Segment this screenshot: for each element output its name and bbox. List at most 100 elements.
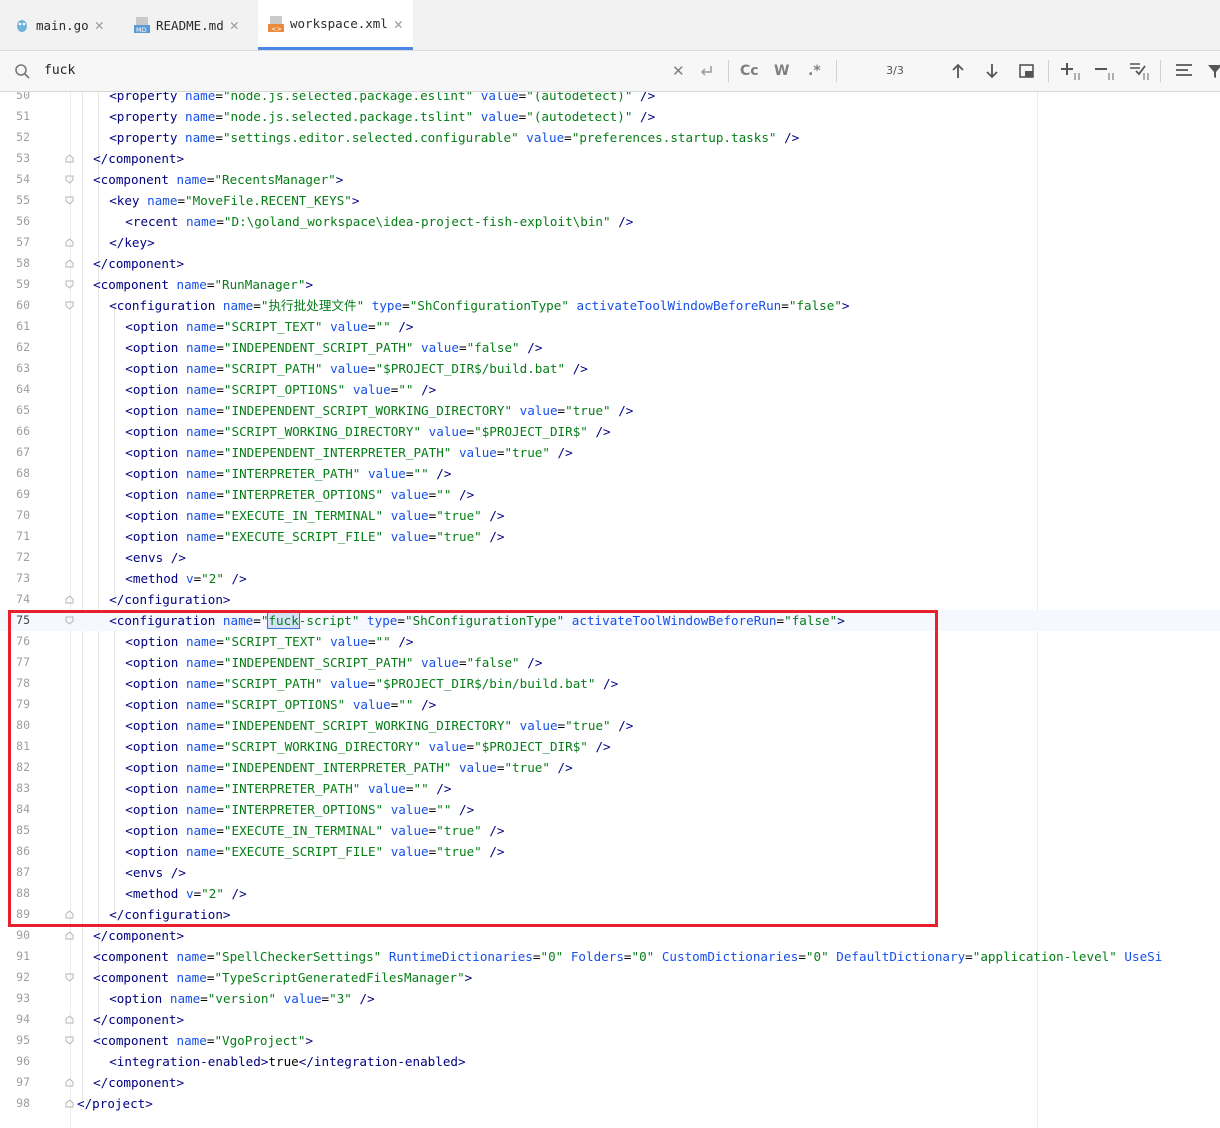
code-text: <configuration name="执行批处理文件" type="ShCo… bbox=[109, 298, 850, 313]
code-line[interactable]: 93 <option name="version" value="3" /> bbox=[0, 988, 1220, 1009]
fold-close-icon[interactable] bbox=[65, 931, 74, 940]
code-text: </component> bbox=[93, 256, 185, 271]
line-number: 98 bbox=[16, 1096, 30, 1110]
whole-words-button[interactable]: W bbox=[774, 61, 789, 81]
add-occurrence-icon[interactable] bbox=[1060, 61, 1084, 81]
line-number: 69 bbox=[16, 487, 30, 501]
code-line[interactable]: 52 <property name="settings.editor.select… bbox=[0, 127, 1220, 148]
code-text: <component name="TypeScriptGeneratedFile… bbox=[93, 970, 473, 985]
arrow-down-icon[interactable] bbox=[984, 61, 1000, 81]
code-line[interactable]: 51 <property name="node.js.selected.packa… bbox=[0, 106, 1220, 127]
tab-label: main.go bbox=[36, 17, 89, 33]
code-line[interactable]: 94 </component> bbox=[0, 1009, 1220, 1030]
fold-open-icon[interactable] bbox=[65, 280, 74, 289]
code-line[interactable]: 97 </component> bbox=[0, 1072, 1220, 1093]
code-line[interactable]: 63 <option name="SCRIPT_PATH" value="$PRO… bbox=[0, 358, 1220, 379]
code-line[interactable]: 58 </component> bbox=[0, 253, 1220, 274]
code-line[interactable]: 62 <option name="INDEPENDENT_SCRIPT_PATH"… bbox=[0, 337, 1220, 358]
select-all-occurrences-icon[interactable] bbox=[1128, 61, 1152, 81]
code-line[interactable]: 74 </configuration> bbox=[0, 589, 1220, 610]
close-icon[interactable]: ✕ bbox=[394, 15, 403, 33]
clear-search-icon[interactable]: ✕ bbox=[672, 61, 685, 81]
fold-close-icon[interactable] bbox=[65, 1015, 74, 1024]
fold-close-icon[interactable] bbox=[65, 259, 74, 268]
filter-icon[interactable] bbox=[1208, 61, 1220, 81]
search-input[interactable] bbox=[44, 60, 644, 80]
fold-open-icon[interactable] bbox=[65, 1036, 74, 1045]
code-line[interactable]: 69 <option name="INTERPRETER_OPTIONS" val… bbox=[0, 484, 1220, 505]
code-line[interactable]: 95 <component name="VgoProject"> bbox=[0, 1030, 1220, 1051]
line-number: 67 bbox=[16, 445, 30, 459]
code-line[interactable]: 96 <integration-enabled>true</integration… bbox=[0, 1051, 1220, 1072]
fold-open-icon[interactable] bbox=[65, 196, 74, 205]
arrow-up-icon[interactable] bbox=[950, 61, 966, 81]
separator bbox=[1048, 60, 1049, 82]
code-text: <option name="SCRIPT_WORKING_DIRECTORY" … bbox=[125, 424, 611, 439]
code-text: </component> bbox=[93, 928, 185, 943]
code-line[interactable]: 59 <component name="RunManager"> bbox=[0, 274, 1220, 295]
fold-close-icon[interactable] bbox=[65, 595, 74, 604]
code-text: <component name="RunManager"> bbox=[93, 277, 314, 292]
code-line[interactable]: 57 </key> bbox=[0, 232, 1220, 253]
tab-workspace-xml[interactable]: <> workspace.xml ✕ bbox=[258, 0, 413, 50]
code-line[interactable]: 92 <component name="TypeScriptGeneratedFi… bbox=[0, 967, 1220, 988]
xml-file-icon: <> bbox=[268, 15, 284, 33]
code-line[interactable]: 55 <key name="MoveFile.RECENT_KEYS"> bbox=[0, 190, 1220, 211]
line-number: 53 bbox=[16, 151, 30, 165]
code-line[interactable]: 61 <option name="SCRIPT_TEXT" value="" /> bbox=[0, 316, 1220, 337]
regex-button[interactable]: .* bbox=[808, 61, 821, 81]
code-text: <key name="MoveFile.RECENT_KEYS"> bbox=[109, 193, 360, 208]
code-line[interactable]: 56 <recent name="D:\goland_workspace\idea… bbox=[0, 211, 1220, 232]
code-line[interactable]: 64 <option name="SCRIPT_OPTIONS" value=""… bbox=[0, 379, 1220, 400]
line-number: 63 bbox=[16, 361, 30, 375]
open-in-window-icon[interactable] bbox=[1018, 61, 1036, 81]
line-number: 94 bbox=[16, 1012, 30, 1026]
fold-close-icon[interactable] bbox=[65, 238, 74, 247]
code-line[interactable]: 50 <property name="node.js.selected.packa… bbox=[0, 92, 1220, 106]
separator bbox=[836, 60, 837, 82]
highlight-annotation-box bbox=[8, 610, 938, 927]
fold-close-icon[interactable] bbox=[65, 1078, 74, 1087]
fold-close-icon[interactable] bbox=[65, 1099, 74, 1108]
code-line[interactable]: 91 <component name="SpellCheckerSettings"… bbox=[0, 946, 1220, 967]
code-line[interactable]: 60 <configuration name="执行批处理文件" type="Sh… bbox=[0, 295, 1220, 316]
code-text: </component> bbox=[93, 1075, 185, 1090]
code-line[interactable]: 54 <component name="RecentsManager"> bbox=[0, 169, 1220, 190]
line-number: 60 bbox=[16, 298, 30, 312]
fold-open-icon[interactable] bbox=[65, 301, 74, 310]
close-icon[interactable]: ✕ bbox=[230, 16, 239, 34]
code-line[interactable]: 66 <option name="SCRIPT_WORKING_DIRECTORY… bbox=[0, 421, 1220, 442]
match-count: 3/3 bbox=[886, 64, 904, 77]
code-line[interactable]: 98 </project> bbox=[0, 1093, 1220, 1114]
code-line[interactable]: 90 </component> bbox=[0, 925, 1220, 946]
remove-occurrence-icon[interactable] bbox=[1094, 61, 1118, 81]
line-number: 91 bbox=[16, 949, 30, 963]
markdown-file-icon: MD bbox=[134, 17, 150, 34]
code-line[interactable]: 73 <method v="2" /> bbox=[0, 568, 1220, 589]
tab-label: README.md bbox=[156, 17, 224, 33]
match-case-button[interactable]: Cc bbox=[740, 61, 759, 81]
go-file-icon bbox=[14, 17, 30, 33]
code-text: <option name="SCRIPT_TEXT" value="" /> bbox=[125, 319, 414, 334]
filter-settings-icon[interactable] bbox=[1174, 61, 1194, 81]
fold-open-icon[interactable] bbox=[65, 175, 74, 184]
code-line[interactable]: 67 <option name="INDEPENDENT_INTERPRETER_… bbox=[0, 442, 1220, 463]
code-line[interactable]: 71 <option name="EXECUTE_SCRIPT_FILE" val… bbox=[0, 526, 1220, 547]
fold-close-icon[interactable] bbox=[65, 154, 74, 163]
code-text: <option name="EXECUTE_IN_TERMINAL" value… bbox=[125, 508, 505, 523]
code-line[interactable]: 53 </component> bbox=[0, 148, 1220, 169]
line-number: 97 bbox=[16, 1075, 30, 1089]
tab-readme-md[interactable]: MD README.md ✕ bbox=[134, 0, 239, 50]
code-text: <envs /> bbox=[125, 550, 186, 565]
close-icon[interactable]: ✕ bbox=[95, 16, 104, 34]
fold-open-icon[interactable] bbox=[65, 973, 74, 982]
code-line[interactable]: 70 <option name="EXECUTE_IN_TERMINAL" val… bbox=[0, 505, 1220, 526]
new-line-icon[interactable] bbox=[698, 61, 714, 81]
code-editor[interactable]: 50 <property name="node.js.selected.packa… bbox=[0, 92, 1220, 1128]
code-line[interactable]: 72 <envs /> bbox=[0, 547, 1220, 568]
code-line[interactable]: 68 <option name="INTERPRETER_PATH" value=… bbox=[0, 463, 1220, 484]
code-text: </configuration> bbox=[109, 592, 231, 607]
tab-main-go[interactable]: main.go ✕ bbox=[14, 0, 104, 50]
code-text: <integration-enabled>true</integration-e… bbox=[109, 1054, 466, 1069]
code-line[interactable]: 65 <option name="INDEPENDENT_SCRIPT_WORKI… bbox=[0, 400, 1220, 421]
